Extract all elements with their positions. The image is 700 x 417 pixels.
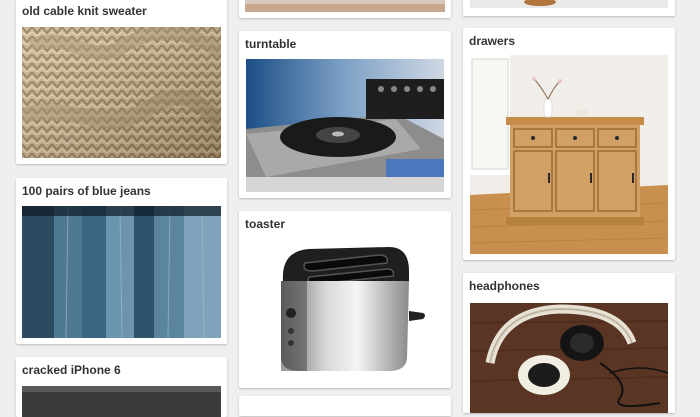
turntable-photo <box>246 59 444 192</box>
item-card[interactable] <box>239 0 451 18</box>
partial-photo <box>470 0 668 8</box>
item-card[interactable]: turntable <box>239 31 451 198</box>
card-title: old cable knit sweater <box>22 4 147 18</box>
item-card[interactable]: 100 pairs of blue jeans <box>16 178 227 344</box>
item-card[interactable] <box>463 0 675 16</box>
item-card[interactable]: toaster <box>239 211 451 388</box>
iphone-photo <box>22 386 221 417</box>
item-card[interactable]: old cable knit sweater <box>16 0 227 164</box>
partial-photo <box>245 0 445 12</box>
headphones-photo <box>470 303 668 413</box>
item-card[interactable] <box>239 396 451 416</box>
card-title: turntable <box>245 37 297 51</box>
item-card[interactable]: cracked iPhone 6 <box>16 357 227 417</box>
card-title: cracked iPhone 6 <box>22 363 121 377</box>
blue-jeans-photo <box>22 206 221 338</box>
item-card[interactable]: drawers <box>463 28 675 260</box>
knit-sweater-photo <box>22 27 221 158</box>
toaster-photo <box>269 241 429 381</box>
card-title: drawers <box>469 34 516 48</box>
drawers-photo <box>470 55 668 254</box>
card-title: toaster <box>245 217 286 231</box>
card-title: headphones <box>469 279 540 293</box>
card-title: 100 pairs of blue jeans <box>22 184 151 198</box>
item-card[interactable]: headphones <box>463 273 675 413</box>
